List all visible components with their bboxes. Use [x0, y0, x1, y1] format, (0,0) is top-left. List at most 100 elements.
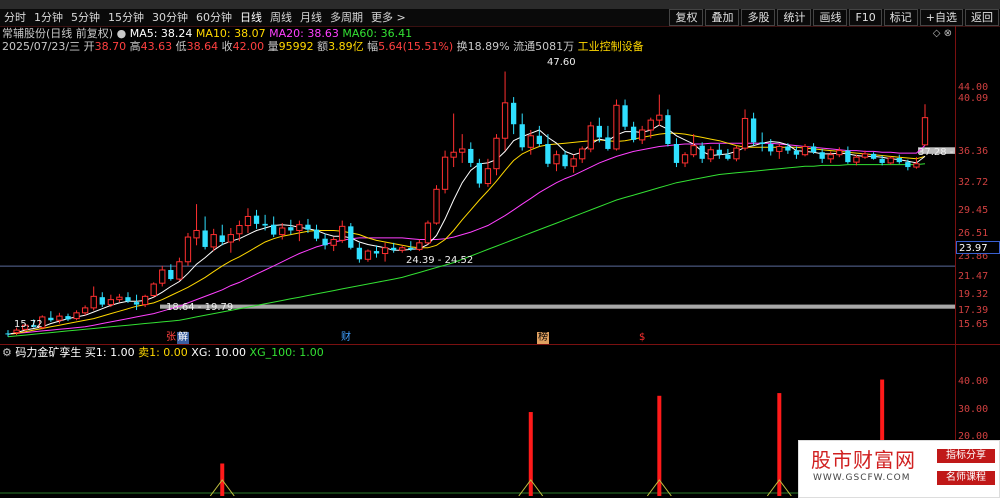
- period-tab-10[interactable]: 更多 >: [367, 9, 410, 26]
- price-tick-4: 29.45: [958, 205, 989, 216]
- period-tab-7[interactable]: 周线: [266, 9, 296, 26]
- candle-body: [545, 144, 551, 164]
- candle-body: [210, 234, 217, 248]
- tool-button-0[interactable]: 复权: [669, 9, 704, 26]
- candle-body: [176, 261, 183, 280]
- candle-body: [553, 154, 560, 165]
- price-tick-11: 15.65: [958, 319, 989, 330]
- turnover: 换18.89%: [456, 40, 510, 53]
- candle-body: [296, 224, 303, 231]
- indicator-tick-1: 30.00: [958, 404, 989, 415]
- tool-button-4[interactable]: 画线: [813, 9, 848, 26]
- candle-body: [125, 297, 131, 302]
- candle-body: [527, 135, 534, 148]
- candlestick-chart[interactable]: [0, 55, 956, 345]
- indicator-xg100: XG_100: 1.00: [249, 346, 324, 359]
- candle-body: [887, 157, 894, 164]
- amt-value: 3.89亿: [328, 40, 364, 53]
- candle-body: [801, 145, 809, 156]
- event-marker-5[interactable]: $: [639, 332, 645, 344]
- candle-body: [150, 283, 157, 297]
- start-label: 15.72: [14, 319, 43, 330]
- peak-label: 47.60: [547, 57, 576, 68]
- period-tab-1[interactable]: 1分钟: [30, 9, 67, 26]
- candle-body: [107, 299, 114, 306]
- candle-body: [519, 124, 525, 148]
- period-tab-5[interactable]: 60分钟: [192, 9, 236, 26]
- quote-header: 2025/07/23/三 开38.70 高43.63 低38.64 收42.00…: [2, 40, 644, 54]
- candle-body: [793, 150, 800, 155]
- period-tab-2[interactable]: 5分钟: [67, 9, 104, 26]
- chg-label: 幅: [367, 40, 379, 53]
- panel-divider: [0, 344, 1000, 345]
- tool-button-6[interactable]: 标记: [883, 9, 918, 26]
- candle-body: [305, 224, 311, 230]
- event-marker-3[interactable]: 财: [341, 332, 351, 344]
- tool-button-5[interactable]: F10: [849, 9, 882, 26]
- ma60-line: [7, 163, 926, 338]
- event-marker-1[interactable]: 张: [166, 332, 176, 344]
- industry: 工业控制设备: [577, 40, 644, 53]
- period-tab-8[interactable]: 月线: [296, 9, 326, 26]
- current-price-tag: 23.97: [956, 241, 1000, 254]
- candle-body: [279, 227, 286, 236]
- price-tick-3: 32.72: [958, 177, 989, 188]
- gear-icon[interactable]: ⚙: [2, 346, 12, 359]
- tool-button-1[interactable]: 叠加: [705, 9, 740, 26]
- candle-body: [13, 329, 20, 334]
- header-icons[interactable]: ◇ ⊗: [933, 28, 952, 39]
- event-marker-4[interactable]: 榜: [537, 332, 549, 344]
- close-label: 收: [221, 40, 233, 53]
- period-tab-3[interactable]: 15分钟: [104, 9, 148, 26]
- candle-body: [381, 247, 389, 255]
- candle-body: [313, 229, 320, 239]
- indicator-name: 码力金矿孪生: [15, 346, 82, 359]
- candle-body: [5, 333, 11, 335]
- candle-body: [913, 163, 920, 168]
- indicator-header: ⚙ 码力金矿孪生 买1: 1.00 卖1: 0.00 XG: 10.00 XG_…: [2, 346, 324, 359]
- period-toolbar: 分时 1分钟 5分钟 15分钟 30分钟 60分钟 日线 周线 月线 多周期 更多 > 复权 叠加 多股…: [0, 9, 1000, 27]
- candle-body: [716, 149, 722, 155]
- candle-body: [364, 250, 372, 260]
- watermark-url: WWW.GSCFW.COM: [813, 473, 911, 483]
- candle-body: [605, 137, 611, 149]
- ma20-label: MA20: 38.63: [269, 27, 339, 40]
- support-zone-0: [160, 304, 956, 309]
- candle-body: [853, 156, 860, 163]
- candle-body: [750, 118, 757, 143]
- candle-body: [630, 126, 637, 140]
- tool-button-7[interactable]: +自选: [919, 9, 963, 26]
- high-label: 高: [129, 40, 141, 53]
- candle-body: [673, 144, 680, 163]
- indicator-buy: 买1: 1.00: [84, 346, 135, 359]
- event-marker-2[interactable]: 解: [177, 332, 189, 344]
- ma10-label: MA10: 38.07: [195, 27, 266, 40]
- candle-body: [819, 152, 825, 159]
- candle-body: [501, 102, 509, 139]
- candle-body: [810, 146, 817, 153]
- open-label: 开: [83, 40, 95, 53]
- candle-body: [905, 162, 911, 168]
- right-low-label: 37.28 -: [918, 147, 954, 158]
- candle-body: [579, 148, 586, 160]
- period-tab-6[interactable]: 日线: [236, 9, 266, 26]
- tool-button-3[interactable]: 统计: [777, 9, 812, 26]
- float-shares: 流通5081万: [513, 40, 575, 53]
- tool-button-8[interactable]: 返回: [965, 9, 999, 26]
- candle-body: [73, 312, 80, 320]
- period-tab-4[interactable]: 30分钟: [148, 9, 192, 26]
- candle-body: [81, 307, 89, 314]
- watermark-tag-2: 名师课程: [937, 471, 995, 485]
- left-low-label: 18.64 - 19.79: [166, 302, 234, 313]
- candle-body: [665, 115, 671, 144]
- tool-button-2[interactable]: 多股: [741, 9, 776, 26]
- price-tick-10: 17.39: [958, 305, 989, 316]
- period-tab-9[interactable]: 多周期: [326, 9, 367, 26]
- period-tab-0[interactable]: 分时: [0, 9, 30, 26]
- mid-low-label: 24.39 - 24.52: [406, 255, 474, 266]
- candle-body: [707, 149, 714, 160]
- candle-body: [441, 156, 449, 190]
- candle-body: [116, 296, 123, 301]
- ma-header: 常辅股份(日线 前复权) ● MA5: 38.24 MA10: 38.07 MA…: [2, 27, 412, 41]
- indicator-bar: [528, 412, 533, 496]
